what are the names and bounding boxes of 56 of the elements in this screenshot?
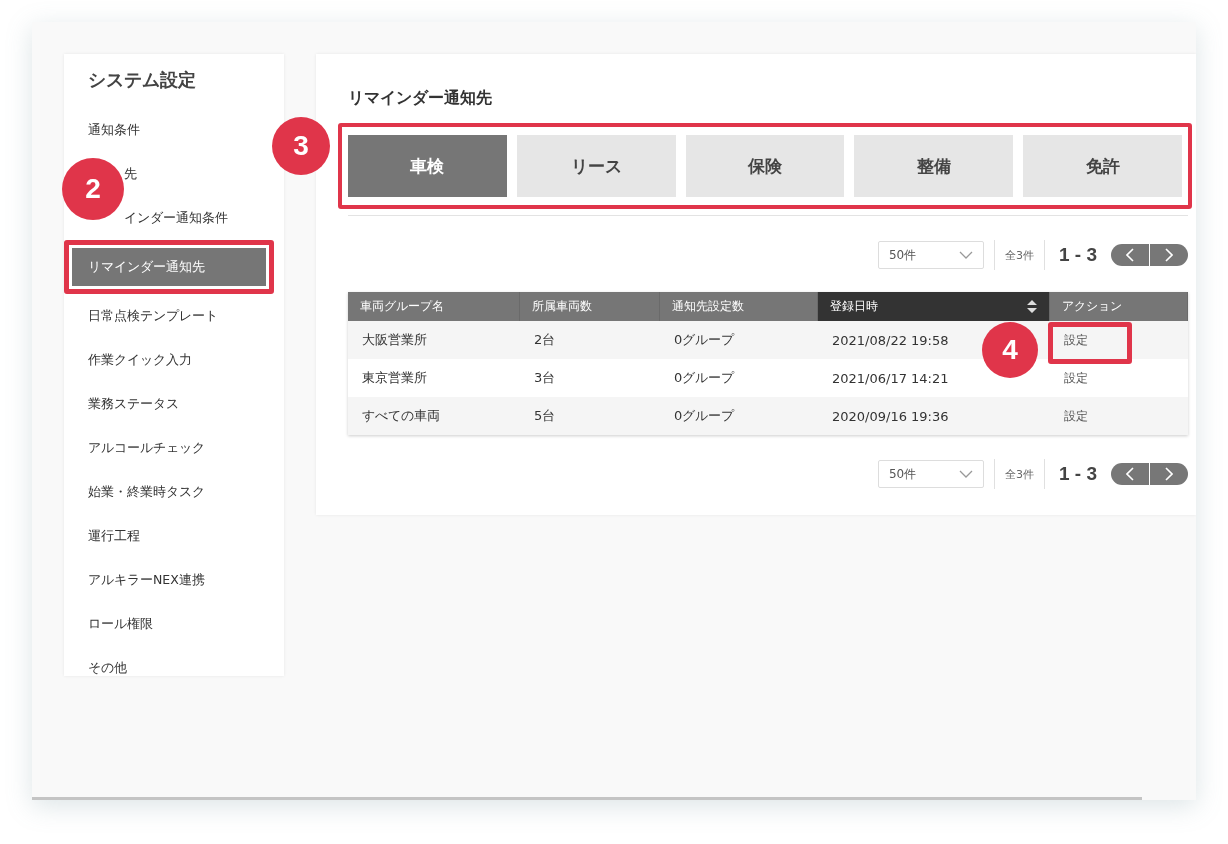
sidebar-item[interactable]: 日常点検テンプレート (88, 306, 218, 326)
chevron-right-icon (1165, 467, 1173, 481)
settings-link[interactable]: 設定 (1064, 408, 1088, 423)
table-cell: 2020/09/16 19:36 (832, 408, 949, 424)
sidebar-item[interactable]: 業務ステータス (88, 394, 179, 414)
table-cell: 5台 (534, 408, 556, 423)
column-header[interactable]: 登録日時 (818, 292, 1050, 321)
chevron-down-icon (958, 251, 973, 259)
settings-link[interactable]: 設定 (1064, 370, 1088, 385)
table-cell: 0グループ (674, 408, 735, 423)
sort-icon (1027, 300, 1037, 313)
callout-badge: 3 (272, 117, 330, 175)
page-range: 1 - 3 (1058, 244, 1097, 266)
sidebar-item[interactable]: 運行工程 (88, 526, 140, 546)
previous-page-button[interactable] (1111, 244, 1149, 266)
sidebar-item[interactable]: インダー通知条件 (124, 208, 228, 228)
total-count: 全3件 (1004, 466, 1034, 482)
sidebar-item[interactable]: 先 (124, 164, 137, 184)
sidebar-item[interactable]: 通知条件 (88, 120, 140, 140)
tab[interactable]: 保険 (685, 135, 845, 197)
tab[interactable]: 免許 (1023, 135, 1182, 197)
next-page-button[interactable] (1150, 463, 1188, 485)
table-cell: 0グループ (674, 370, 735, 385)
table-cell: すべての車両 (362, 408, 440, 423)
table-cell: 0グループ (674, 332, 735, 347)
per-page-select[interactable]: 50件 (877, 460, 984, 488)
sidebar-item[interactable]: 始業・終業時タスク (88, 482, 205, 502)
callout-badge: 2 (62, 158, 124, 220)
table-cell: 3台 (534, 370, 556, 385)
chevron-right-icon (1165, 248, 1173, 262)
tab[interactable]: リース (516, 135, 676, 197)
settings-link[interactable]: 設定 (1064, 332, 1088, 347)
scrollbar[interactable] (32, 797, 1142, 800)
table-cell: 東京営業所 (362, 370, 427, 385)
table-cell: 大阪営業所 (362, 332, 427, 347)
sidebar-item[interactable]: アルキラーNEX連携 (88, 570, 205, 590)
section-title: リマインダー通知先 (348, 88, 493, 109)
table-cell: 2021/08/22 19:58 (832, 332, 949, 348)
total-count: 全3件 (1004, 247, 1034, 263)
chevron-down-icon (958, 470, 973, 478)
tab[interactable]: 整備 (854, 135, 1014, 197)
page-range: 1 - 3 (1058, 463, 1097, 485)
sidebar-item[interactable]: 作業クイック入力 (88, 350, 192, 370)
sidebar-item[interactable]: リマインダー通知先 (72, 248, 266, 286)
tab[interactable]: 車検 (348, 135, 507, 197)
sidebar-item[interactable]: その他 (88, 658, 127, 678)
chevron-left-icon (1126, 467, 1134, 481)
table-cell: 2021/06/17 14:21 (832, 370, 949, 386)
table-cell: 2台 (534, 332, 556, 347)
next-page-button[interactable] (1150, 244, 1188, 266)
previous-page-button[interactable] (1111, 463, 1149, 485)
sidebar-item[interactable]: ロール権限 (88, 614, 153, 634)
sidebar-item[interactable]: アルコールチェック (88, 438, 205, 458)
sidebar-title: システム設定 (88, 68, 197, 92)
chevron-left-icon (1126, 248, 1134, 262)
per-page-select[interactable]: 50件 (877, 241, 984, 269)
